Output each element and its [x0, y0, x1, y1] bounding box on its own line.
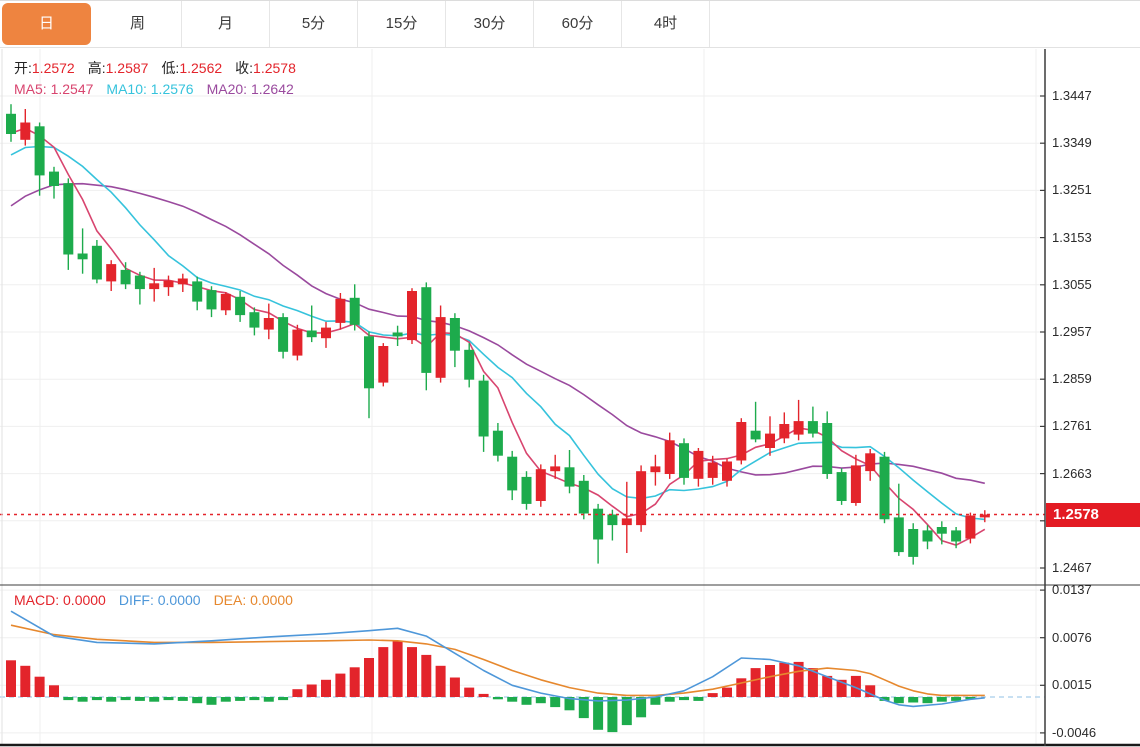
price-axis-label: 1.3251 [1052, 182, 1092, 198]
low-value: 1.2562 [179, 60, 223, 76]
price-axis-label: 1.3349 [1052, 135, 1092, 151]
price-axis-label: 1.3447 [1052, 88, 1092, 103]
ma10-line [10, 145, 985, 521]
tab-15分[interactable]: 15分 [358, 1, 446, 47]
high-value: 1.2587 [105, 60, 149, 76]
ma20-value: 1.2642 [250, 81, 294, 97]
macd-axis-label: 0.0076 [1052, 629, 1092, 645]
grid [0, 95, 1045, 734]
tab-周[interactable]: 周 [94, 1, 182, 47]
macd-axis-label: -0.0046 [1052, 724, 1097, 740]
price-axis-label: 1.2663 [1052, 465, 1092, 481]
ma5-value: 1.2547 [50, 81, 94, 97]
price-axis-label: 1.3055 [1052, 276, 1092, 292]
ma-readout: MA5: 1.2547 MA10: 1.2576 MA20: 1.2642 [14, 81, 307, 97]
price-axis-label: 1.2859 [1052, 371, 1092, 387]
diff-label: DIFF: [118, 592, 154, 608]
low-label: 低: [161, 60, 180, 76]
macd-axis-label: 0.0137 [1052, 582, 1092, 598]
chart-canvas[interactable] [0, 0, 1140, 747]
current-price-tag: 1.2578 [1046, 503, 1140, 527]
tab-30分[interactable]: 30分 [446, 1, 534, 47]
period-tab-bar: 日周月 5分 15分 30分 60分 4时 [0, 0, 1140, 48]
macd-readout: MACD: 0.0000 DIFF: 0.0000 DEA: 0.0000 [14, 592, 306, 608]
macd-histogram [6, 640, 976, 733]
dea-value: 0.0000 [250, 592, 293, 608]
dea-label: DEA: [213, 592, 247, 608]
ohlc-readout: 开:1.2572 高:1.2587 低:1.2562 收:1.2578 [14, 58, 309, 78]
tab-5分[interactable]: 5分 [270, 1, 358, 47]
price-axis-label: 1.2761 [1052, 418, 1092, 434]
macd-axis-label: 0.0015 [1052, 677, 1092, 693]
ma10-label: MA10: [106, 81, 147, 97]
charting-app: 日周月 5分 15分 30分 60分 4时 开:1.2572 高:1.2587 低:1.256… [0, 0, 1140, 747]
tab-月[interactable]: 月 [182, 1, 270, 47]
macd-value: 0.0000 [63, 592, 106, 608]
open-value: 1.2572 [31, 60, 75, 76]
price-axis-label: 1.2957 [1052, 323, 1092, 339]
ma10-value: 1.2576 [150, 81, 194, 97]
ma5-label: MA5: [14, 81, 47, 97]
price-axis-label: 1.3153 [1052, 229, 1092, 245]
high-label: 高: [87, 60, 106, 76]
tab-4时[interactable]: 4时 [622, 1, 710, 47]
ma20-label: MA20: [206, 81, 248, 97]
close-label: 收: [235, 60, 254, 76]
open-label: 开: [14, 60, 32, 76]
tab-日[interactable]: 日 [2, 3, 91, 45]
diff-value: 0.0000 [157, 592, 201, 608]
tab-60分[interactable]: 60分 [534, 1, 622, 47]
close-value: 1.2578 [253, 60, 296, 76]
candlestick-series [6, 104, 990, 565]
price-axis-label: 1.2467 [1052, 559, 1092, 575]
macd-label: MACD: [14, 592, 60, 608]
